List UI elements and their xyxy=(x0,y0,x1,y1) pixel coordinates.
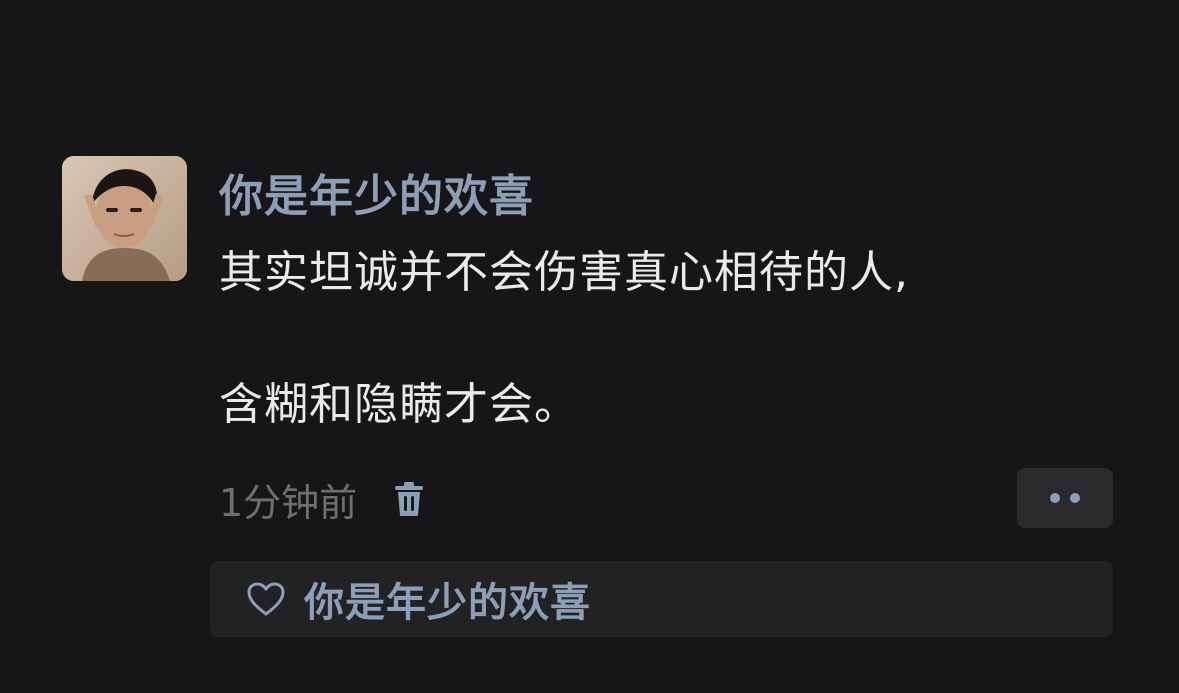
comment-timestamp: 1分钟前 xyxy=(219,480,358,525)
more-options-button[interactable] xyxy=(1017,468,1113,528)
comment-line: 含糊和隐瞒才会。 xyxy=(219,379,579,430)
avatar-photo xyxy=(62,156,187,281)
comment-meta: 1分钟前 xyxy=(219,474,427,525)
more-dots-icon xyxy=(1070,493,1080,503)
liker-name[interactable]: 你是年少的欢喜 xyxy=(304,570,591,628)
comment-card: 你是年少的欢喜 其实坦诚并不会伤害真心相待的人, 含糊和隐瞒才会。 1分钟前 你… xyxy=(0,0,1179,693)
comment-author-name[interactable]: 你是年少的欢喜 xyxy=(219,160,534,224)
likes-bar: 你是年少的欢喜 xyxy=(210,561,1113,637)
trash-icon[interactable] xyxy=(391,479,427,519)
comment-body: 其实坦诚并不会伤害真心相待的人, 含糊和隐瞒才会。 xyxy=(219,240,1119,438)
heart-icon[interactable] xyxy=(246,581,286,617)
more-dots-icon xyxy=(1050,493,1060,503)
avatar[interactable] xyxy=(62,156,187,281)
comment-line: 其实坦诚并不会伤害真心相待的人, xyxy=(219,247,909,298)
comment-line-blank xyxy=(219,306,1119,372)
